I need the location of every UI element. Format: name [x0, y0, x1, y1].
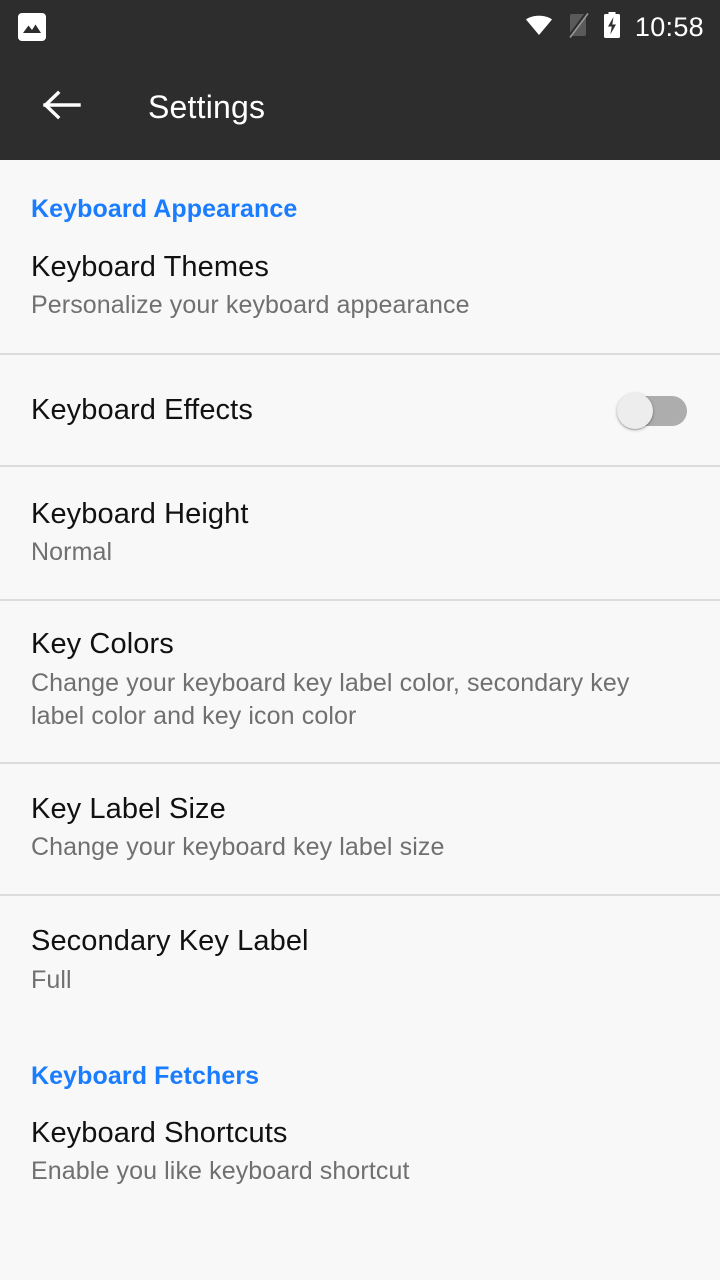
section-header-keyboard-appearance: Keyboard Appearance: [31, 195, 298, 223]
pref-row-secondary-key-label[interactable]: Secondary Key Label Full: [0, 896, 720, 1027]
pref-text: Keyboard Effects: [31, 393, 597, 427]
pref-text: Keyboard Shortcuts Enable you like keybo…: [31, 1116, 689, 1189]
pref-text: Key Colors Change your keyboard key labe…: [31, 627, 689, 733]
pref-summary: Normal: [31, 537, 113, 566]
status-bar-clock: 10:58: [634, 11, 704, 42]
pref-title: Key Label Size: [31, 792, 226, 825]
arrow-back-icon: [42, 89, 82, 126]
pref-row-keyboard-effects[interactable]: Keyboard Effects: [0, 355, 720, 465]
image-photo-icon: [18, 13, 46, 41]
pref-title: Keyboard Effects: [31, 393, 253, 426]
wifi-icon: [524, 13, 554, 42]
pref-row-key-colors[interactable]: Key Colors Change your keyboard key labe…: [0, 601, 720, 761]
pref-text: Key Label Size Change your keyboard key …: [31, 792, 689, 865]
pref-row-key-label-size[interactable]: Key Label Size Change your keyboard key …: [0, 764, 720, 895]
pref-title: Secondary Key Label: [31, 925, 309, 958]
battery-charging-icon: [602, 11, 622, 44]
pref-summary: Enable you like keyboard shortcut: [31, 1157, 410, 1186]
pref-row-keyboard-height[interactable]: Keyboard Height Normal: [0, 467, 720, 600]
pref-text: Secondary Key Label Full: [31, 924, 689, 997]
section-header-keyboard-fetchers: Keyboard Fetchers: [31, 1062, 260, 1091]
pref-summary: Change your keyboard key label size: [31, 832, 445, 861]
status-bar: 10:58: [0, 0, 720, 54]
back-button[interactable]: [36, 81, 88, 133]
pref-title: Key Colors: [31, 628, 174, 661]
pref-text: Keyboard Themes Personalize your keyboar…: [31, 250, 689, 323]
settings-list[interactable]: Keyboard Appearance Keyboard Themes Pers…: [0, 160, 720, 1280]
pref-title: Keyboard Shortcuts: [31, 1117, 288, 1150]
pref-summary: Personalize your keyboard appearance: [31, 291, 470, 320]
app-toolbar: Settings: [0, 54, 720, 160]
page-title: Settings: [148, 89, 266, 125]
no-sim-signal-icon: [567, 11, 589, 43]
status-bar-notifications: [18, 13, 46, 41]
pref-row-keyboard-shortcuts[interactable]: Keyboard Shortcuts Enable you like keybo…: [0, 1089, 720, 1189]
pref-text: Keyboard Height Normal: [31, 497, 689, 570]
pref-row-keyboard-themes[interactable]: Keyboard Themes Personalize your keyboar…: [0, 222, 720, 353]
keyboard-effects-toggle[interactable]: [617, 392, 689, 429]
pref-title: Keyboard Themes: [31, 251, 269, 283]
pref-summary: Full: [31, 965, 72, 994]
toggle-knob: [617, 392, 653, 429]
status-bar-system-icons: 10:58: [524, 11, 704, 44]
pref-title: Keyboard Height: [31, 497, 249, 530]
pref-summary: Change your keyboard key label color, se…: [31, 668, 630, 731]
